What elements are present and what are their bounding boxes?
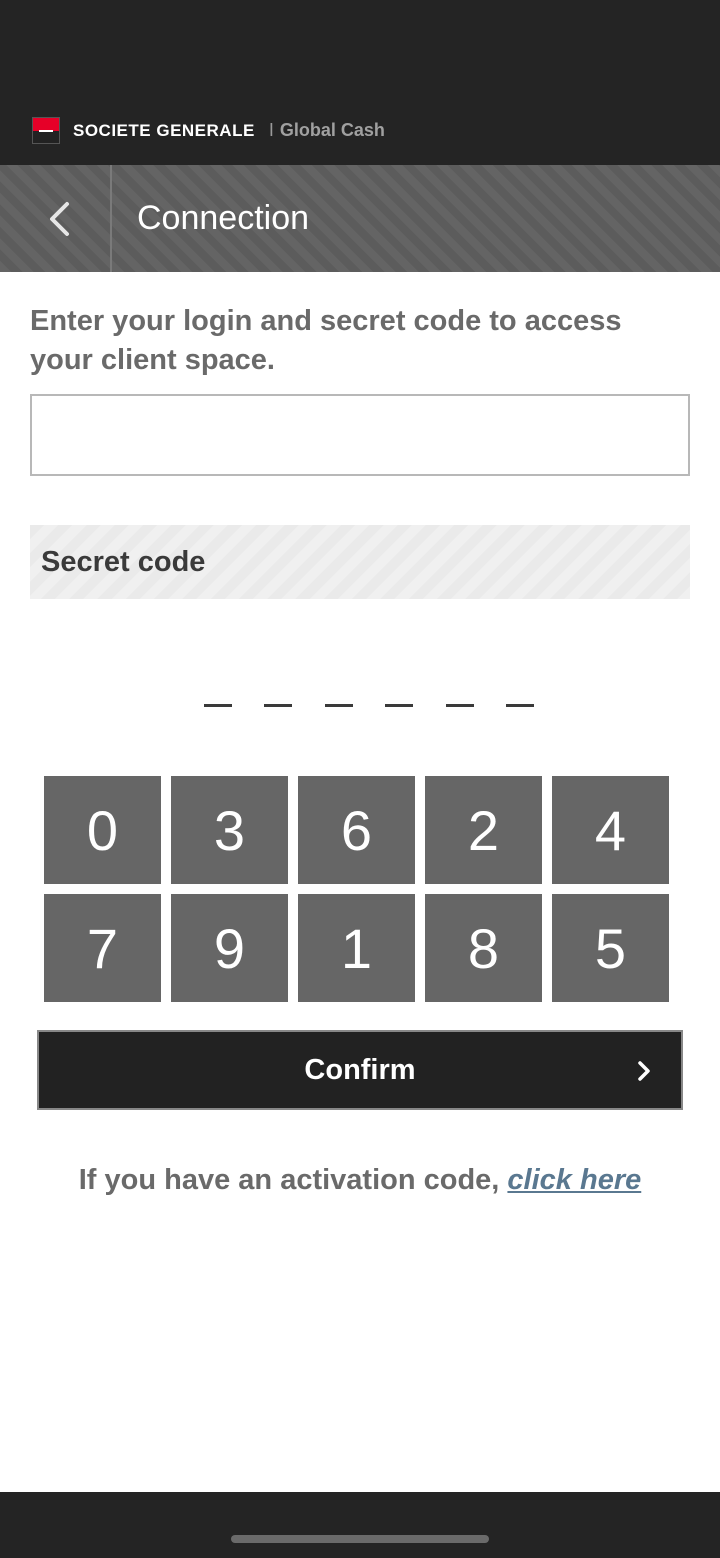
code-slot bbox=[385, 704, 414, 707]
chevron-right-icon bbox=[638, 1061, 650, 1081]
secret-code-label: Secret code bbox=[41, 545, 206, 578]
code-slot bbox=[204, 704, 232, 707]
keypad-key[interactable]: 6 bbox=[298, 776, 415, 884]
societe-generale-logo-icon bbox=[32, 117, 60, 144]
keypad-key[interactable]: 7 bbox=[44, 894, 161, 1002]
keypad: 0 3 6 2 4 7 9 1 8 5 bbox=[44, 776, 670, 1002]
secret-code-header: Secret code bbox=[30, 525, 690, 599]
brand-separator: I bbox=[268, 120, 274, 140]
system-navigation-bar bbox=[0, 1492, 720, 1558]
login-input[interactable] bbox=[30, 394, 690, 476]
product-name: Global Cash bbox=[279, 120, 385, 140]
nav-bar: Connection bbox=[0, 165, 720, 272]
brand-name: SOCIETE GENERALE bbox=[73, 120, 255, 140]
code-slot bbox=[324, 704, 353, 707]
keypad-key[interactable]: 4 bbox=[552, 776, 669, 884]
login-instruction: Enter your login and secret code to acce… bbox=[30, 305, 622, 376]
chevron-left-icon bbox=[50, 201, 69, 236]
confirm-button[interactable]: Confirm bbox=[37, 1030, 683, 1110]
code-slot bbox=[445, 704, 474, 707]
activation-prompt: If you have an activation code, click he… bbox=[0, 1164, 720, 1197]
code-slot bbox=[264, 704, 293, 707]
brand: SOCIETE GENERALE I Global Cash bbox=[32, 117, 385, 144]
activation-link[interactable]: click here bbox=[507, 1164, 641, 1196]
top-bar: SOCIETE GENERALE I Global Cash bbox=[0, 0, 720, 165]
back-button[interactable] bbox=[10, 165, 112, 272]
keypad-key[interactable]: 9 bbox=[171, 894, 288, 1002]
keypad-key[interactable]: 1 bbox=[298, 894, 415, 1002]
confirm-label: Confirm bbox=[304, 1053, 416, 1086]
home-indicator[interactable] bbox=[231, 1535, 489, 1543]
keypad-key[interactable]: 5 bbox=[552, 894, 669, 1002]
keypad-key[interactable]: 8 bbox=[425, 894, 542, 1002]
keypad-key[interactable]: 3 bbox=[171, 776, 288, 884]
keypad-key[interactable]: 0 bbox=[44, 776, 161, 884]
page-title: Connection bbox=[137, 199, 310, 237]
secret-code-slots bbox=[204, 690, 534, 710]
code-slot bbox=[505, 704, 534, 707]
activation-text: If you have an activation code, bbox=[78, 1164, 508, 1196]
keypad-key[interactable]: 2 bbox=[425, 776, 542, 884]
